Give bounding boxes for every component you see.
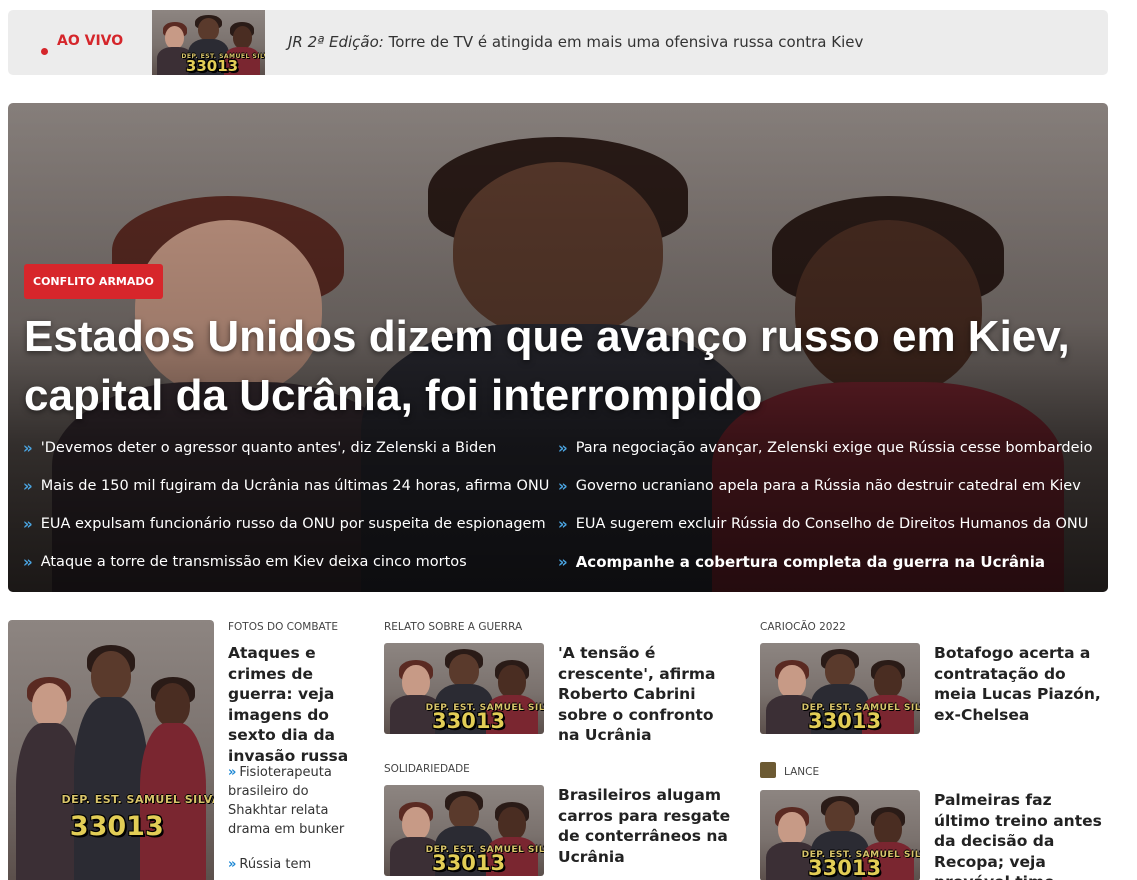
chevron-right-icon: » <box>23 515 33 533</box>
card-kicker[interactable]: SOLIDARIEDADE <box>384 763 470 775</box>
related-link[interactable]: » Mais de 150 mil fugiram da Ucrânia nas … <box>23 477 549 495</box>
live-label: AO VIVO <box>57 33 124 49</box>
featured-sub-link[interactable]: » Rússia tem <box>228 855 358 874</box>
live-thumbnail[interactable]: DEP. EST. SAMUEL SILVA 33013 <box>152 10 265 75</box>
person-face <box>824 800 856 834</box>
person-face <box>232 25 252 49</box>
chevron-right-icon: » <box>228 765 237 780</box>
card-kicker[interactable]: RELATO SOBRE A GUERRA <box>384 621 522 633</box>
card-headline[interactable]: Brasileiros alugam carros para resgate d… <box>558 785 738 867</box>
related-link[interactable]: » EUA sugerem excluir Rússia do Conselho … <box>558 515 1088 533</box>
live-bar[interactable]: AO VIVO DEP. EST. SAMUEL SILVA 33013 JR 2… <box>8 10 1108 75</box>
card-kicker[interactable]: CARIOCÃO 2022 <box>760 621 846 633</box>
person-face <box>778 811 806 845</box>
chevron-right-icon: » <box>558 477 568 495</box>
person-face <box>874 664 902 698</box>
person-face <box>874 811 902 845</box>
live-dot-icon <box>41 48 48 55</box>
person-face <box>155 682 191 727</box>
card-headline[interactable]: 'A tensão é crescente', afirma Roberto C… <box>558 643 738 746</box>
person-face <box>164 25 185 49</box>
chevron-right-icon: » <box>558 515 568 533</box>
chevron-right-icon: » <box>228 857 237 872</box>
person-face <box>448 795 480 829</box>
person-face <box>402 664 430 698</box>
card-image[interactable]: DEP. EST. SAMUEL SILVA33013 <box>384 643 544 734</box>
related-link[interactable]: » Para negociação avançar, Zelenski exige… <box>558 439 1092 457</box>
card-image[interactable]: DEP. EST. SAMUEL SILVA33013 <box>760 790 920 880</box>
chevron-right-icon: » <box>23 477 33 495</box>
caption-plate-number: 33013 <box>432 851 506 876</box>
hero-headline[interactable]: Estados Unidos dizem que avanço russo em… <box>24 307 1094 425</box>
related-link[interactable]: » Ataque a torre de transmissão em Kiev d… <box>23 553 467 571</box>
caption-plate-number: 33013 <box>808 709 882 734</box>
person-face <box>91 651 131 701</box>
full-coverage-link[interactable]: » Acompanhe a cobertura completa da guerr… <box>558 553 1045 571</box>
hero-story[interactable]: CONFLITO ARMADO Estados Unidos dizem que… <box>8 103 1108 592</box>
related-link[interactable]: » 'Devemos deter o agressor quanto antes'… <box>23 439 496 457</box>
caption-plate-name: DEP. EST. SAMUEL SILVA <box>61 792 214 806</box>
card-headline[interactable]: Botafogo acerta a contratação do meia Lu… <box>934 643 1104 725</box>
card-image[interactable]: DEP. EST. SAMUEL SILVA33013 <box>760 643 920 734</box>
related-link[interactable]: » Governo ucraniano apela para a Rússia n… <box>558 477 1081 495</box>
hero-category-tag[interactable]: CONFLITO ARMADO <box>24 264 163 299</box>
chevron-right-icon: » <box>558 553 568 571</box>
person-face <box>498 806 526 840</box>
person-face <box>402 806 430 840</box>
person-face <box>197 17 220 42</box>
featured-kicker[interactable]: FOTOS DO COMBATE <box>228 621 338 633</box>
caption-plate-number: 33013 <box>69 811 164 843</box>
live-program: JR 2ª Edição: <box>288 33 384 51</box>
chevron-right-icon: » <box>23 439 33 457</box>
featured-headline[interactable]: Ataques e crimes de guerra: veja imagens… <box>228 643 368 766</box>
caption-plate-number: 33013 <box>185 57 239 75</box>
featured-image[interactable]: DEP. EST. SAMUEL SILVA 33013 <box>8 620 214 880</box>
featured-sub-link[interactable]: » Fisioterapeuta brasileiro do Shakhtar r… <box>228 763 358 839</box>
partner-logo-icon <box>760 762 776 778</box>
card-image[interactable]: DEP. EST. SAMUEL SILVA33013 <box>384 785 544 876</box>
person-face <box>824 653 856 687</box>
card-headline[interactable]: Palmeiras faz último treino antes da dec… <box>934 790 1104 880</box>
card-kicker[interactable]: LANCE <box>784 766 819 778</box>
chevron-right-icon: » <box>23 553 33 571</box>
person-face <box>31 682 67 727</box>
chevron-right-icon: » <box>558 439 568 457</box>
live-headline[interactable]: JR 2ª Edição: Torre de TV é atingida em … <box>288 33 863 51</box>
live-headline-text: Torre de TV é atingida em mais uma ofens… <box>388 33 864 51</box>
person-face <box>448 653 480 687</box>
related-link[interactable]: » EUA expulsam funcionário russo da ONU p… <box>23 515 546 533</box>
person-face <box>498 664 526 698</box>
caption-plate-number: 33013 <box>432 709 506 734</box>
person-face <box>778 664 806 698</box>
caption-plate-number: 33013 <box>808 856 882 880</box>
person-body <box>74 696 148 880</box>
